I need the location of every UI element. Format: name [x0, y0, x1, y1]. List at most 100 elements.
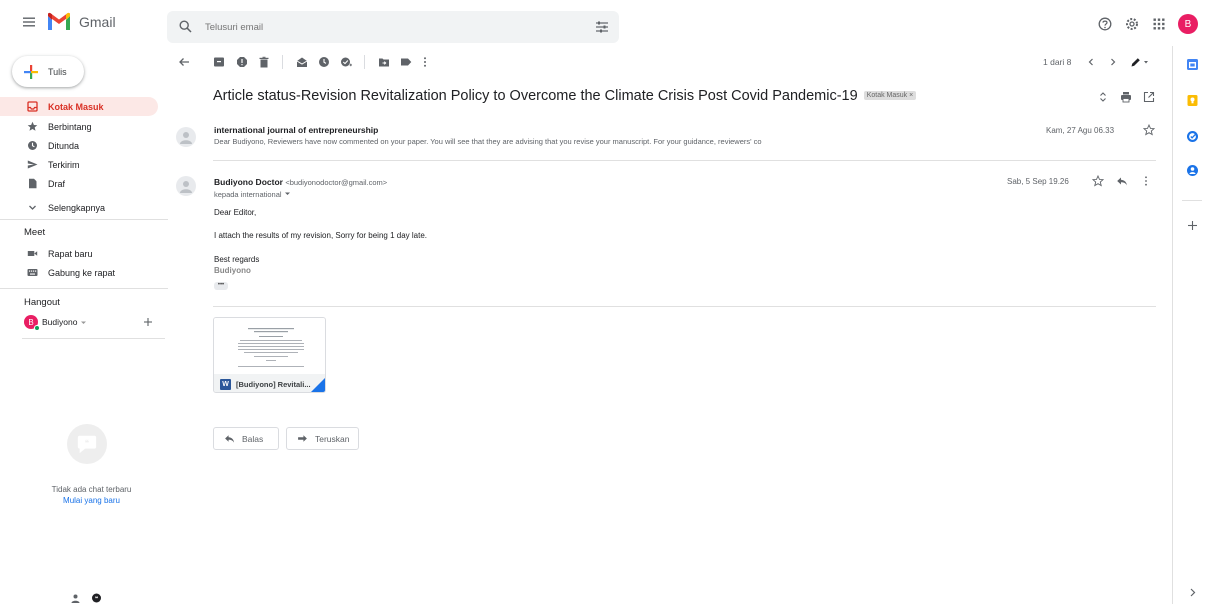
apps-grid-icon[interactable]	[1152, 17, 1166, 31]
top-header: Gmail B	[0, 0, 1207, 46]
hangout-divider	[22, 338, 165, 339]
nav-divider	[0, 219, 168, 220]
attachment-corner-icon	[311, 378, 325, 392]
nav-item-drafts[interactable]: Draf	[0, 174, 158, 193]
start-new-chat-link[interactable]: Mulai yang baru	[24, 495, 159, 506]
nav-item-new-meeting[interactable]: Rapat baru	[0, 244, 158, 263]
sender-name[interactable]: Budiyono Doctor	[214, 177, 283, 187]
nav-label: Selengkapnya	[48, 202, 106, 213]
add-chat-icon[interactable]	[143, 317, 153, 327]
side-panel-separator	[1182, 200, 1202, 201]
reply-label: Balas	[242, 433, 264, 444]
sender-avatar[interactable]	[176, 127, 196, 147]
caret-down-icon[interactable]	[80, 319, 87, 326]
more-vertical-icon[interactable]	[1143, 175, 1149, 187]
settings-gear-icon[interactable]	[1125, 17, 1139, 31]
tasks-icon[interactable]	[1186, 130, 1199, 143]
reply-button[interactable]: Balas	[213, 427, 279, 450]
reply-arrow-icon	[224, 433, 235, 444]
email-body: I attach the results of my revision, Sor…	[214, 231, 427, 240]
report-spam-icon[interactable]	[236, 56, 248, 68]
clock-icon	[27, 140, 38, 151]
message-date: Kam, 27 Agu 06.33	[1046, 126, 1115, 135]
expand-all-icon[interactable]	[1097, 91, 1109, 103]
send-icon	[27, 159, 38, 170]
email-closing: Best regards	[214, 255, 260, 264]
label-tag-icon[interactable]	[400, 56, 412, 68]
sender-avatar[interactable]	[176, 176, 196, 196]
nav-item-starred[interactable]: Berbintang	[0, 117, 158, 136]
caret-down-icon[interactable]	[284, 190, 291, 197]
mark-unread-icon[interactable]	[296, 56, 308, 68]
keyboard-icon	[27, 267, 38, 278]
hangout-user[interactable]: B Budiyono	[24, 315, 87, 331]
show-trimmed-content-button[interactable]: •••	[214, 282, 228, 290]
search-input[interactable]	[205, 19, 585, 35]
input-tools-pen-icon[interactable]	[1130, 56, 1150, 68]
more-vertical-icon[interactable]	[422, 56, 428, 68]
calendar-icon[interactable]	[1186, 58, 1199, 71]
no-chat-text: Tidak ada chat terbaru	[51, 485, 132, 494]
chevron-left-icon[interactable]	[1085, 56, 1097, 68]
recipient-line[interactable]: kepada international	[214, 190, 291, 199]
open-new-window-icon[interactable]	[1143, 91, 1155, 103]
nav-item-join-meeting[interactable]: Gabung ke rapat	[0, 263, 158, 282]
search-icon[interactable]	[179, 20, 192, 33]
sender-email: <budiyonodoctor@gmail.com>	[285, 178, 388, 187]
nav-item-inbox[interactable]: Kotak Masuk	[0, 97, 158, 116]
online-status-icon	[34, 325, 40, 331]
archive-icon[interactable]	[213, 56, 225, 68]
nav-item-more[interactable]: Selengkapnya	[0, 198, 158, 217]
attachment-divider	[213, 306, 1156, 307]
add-to-tasks-icon[interactable]	[340, 56, 352, 68]
nav-item-snoozed[interactable]: Ditunda	[0, 136, 158, 155]
search-options-icon[interactable]	[595, 20, 609, 34]
nav-label: Ditunda	[48, 140, 80, 151]
message-divider	[213, 160, 1156, 161]
email-subject: Article status-Revision Revitalization P…	[213, 88, 917, 104]
nav-label: Berbintang	[48, 121, 92, 132]
print-icon[interactable]	[1120, 91, 1132, 103]
back-arrow-icon[interactable]	[178, 56, 190, 68]
attachment-filename: [Budiyono] Revitali...	[236, 379, 311, 389]
star-outline-icon[interactable]	[1143, 124, 1155, 136]
bottom-hangout-toggles: ❝	[70, 593, 102, 604]
expand-side-panel-icon[interactable]	[1186, 586, 1199, 599]
forward-button[interactable]: Teruskan	[286, 427, 359, 450]
move-to-folder-icon[interactable]	[378, 56, 390, 68]
help-icon[interactable]	[1098, 17, 1112, 31]
word-doc-icon: W	[220, 378, 231, 390]
remove-label-icon[interactable]: ×	[909, 92, 913, 99]
message-snippet[interactable]: Dear Budiyono, Reviewers have now commen…	[214, 137, 864, 146]
get-addons-plus-icon[interactable]	[1186, 219, 1199, 232]
chevron-down-icon	[27, 202, 38, 213]
nav-item-sent[interactable]: Terkirim	[0, 155, 158, 174]
contacts-person-icon[interactable]	[70, 593, 81, 604]
sender-line: Budiyono Doctor <budiyonodoctor@gmail.co…	[214, 177, 387, 187]
app-name[interactable]: Gmail	[79, 14, 116, 30]
nav-label: Rapat baru	[48, 248, 93, 259]
compose-button[interactable]: Tulis	[12, 56, 84, 87]
message-date: Sab, 5 Sep 19.26	[1007, 177, 1069, 186]
star-outline-icon[interactable]	[1092, 175, 1104, 187]
attachment-card[interactable]: W [Budiyono] Revitali...	[213, 317, 326, 393]
chat-empty-icon: ❝	[67, 424, 107, 464]
side-panel-divider	[1172, 46, 1173, 604]
main-menu-icon[interactable]	[22, 15, 36, 29]
nav-label: Draf	[48, 178, 66, 189]
reply-arrow-icon[interactable]	[1116, 175, 1128, 187]
hangouts-chat-icon[interactable]: ❝	[91, 593, 102, 604]
contacts-icon[interactable]	[1186, 164, 1199, 177]
delete-trash-icon[interactable]	[258, 56, 270, 68]
gmail-logo-icon[interactable]	[47, 12, 71, 32]
hangout-section-title: Hangout	[24, 297, 60, 308]
sender-name[interactable]: international journal of entrepreneurshi…	[214, 125, 378, 135]
nav-label: Terkirim	[48, 159, 80, 170]
keep-notes-icon[interactable]	[1186, 94, 1199, 107]
inbox-label-chip[interactable]: Kotak Masuk ×	[863, 91, 917, 100]
compose-label: Tulis	[48, 66, 67, 77]
snooze-clock-icon[interactable]	[318, 56, 330, 68]
account-avatar[interactable]: B	[1178, 14, 1198, 34]
search-bar[interactable]	[167, 11, 619, 43]
chevron-right-icon[interactable]	[1107, 56, 1119, 68]
